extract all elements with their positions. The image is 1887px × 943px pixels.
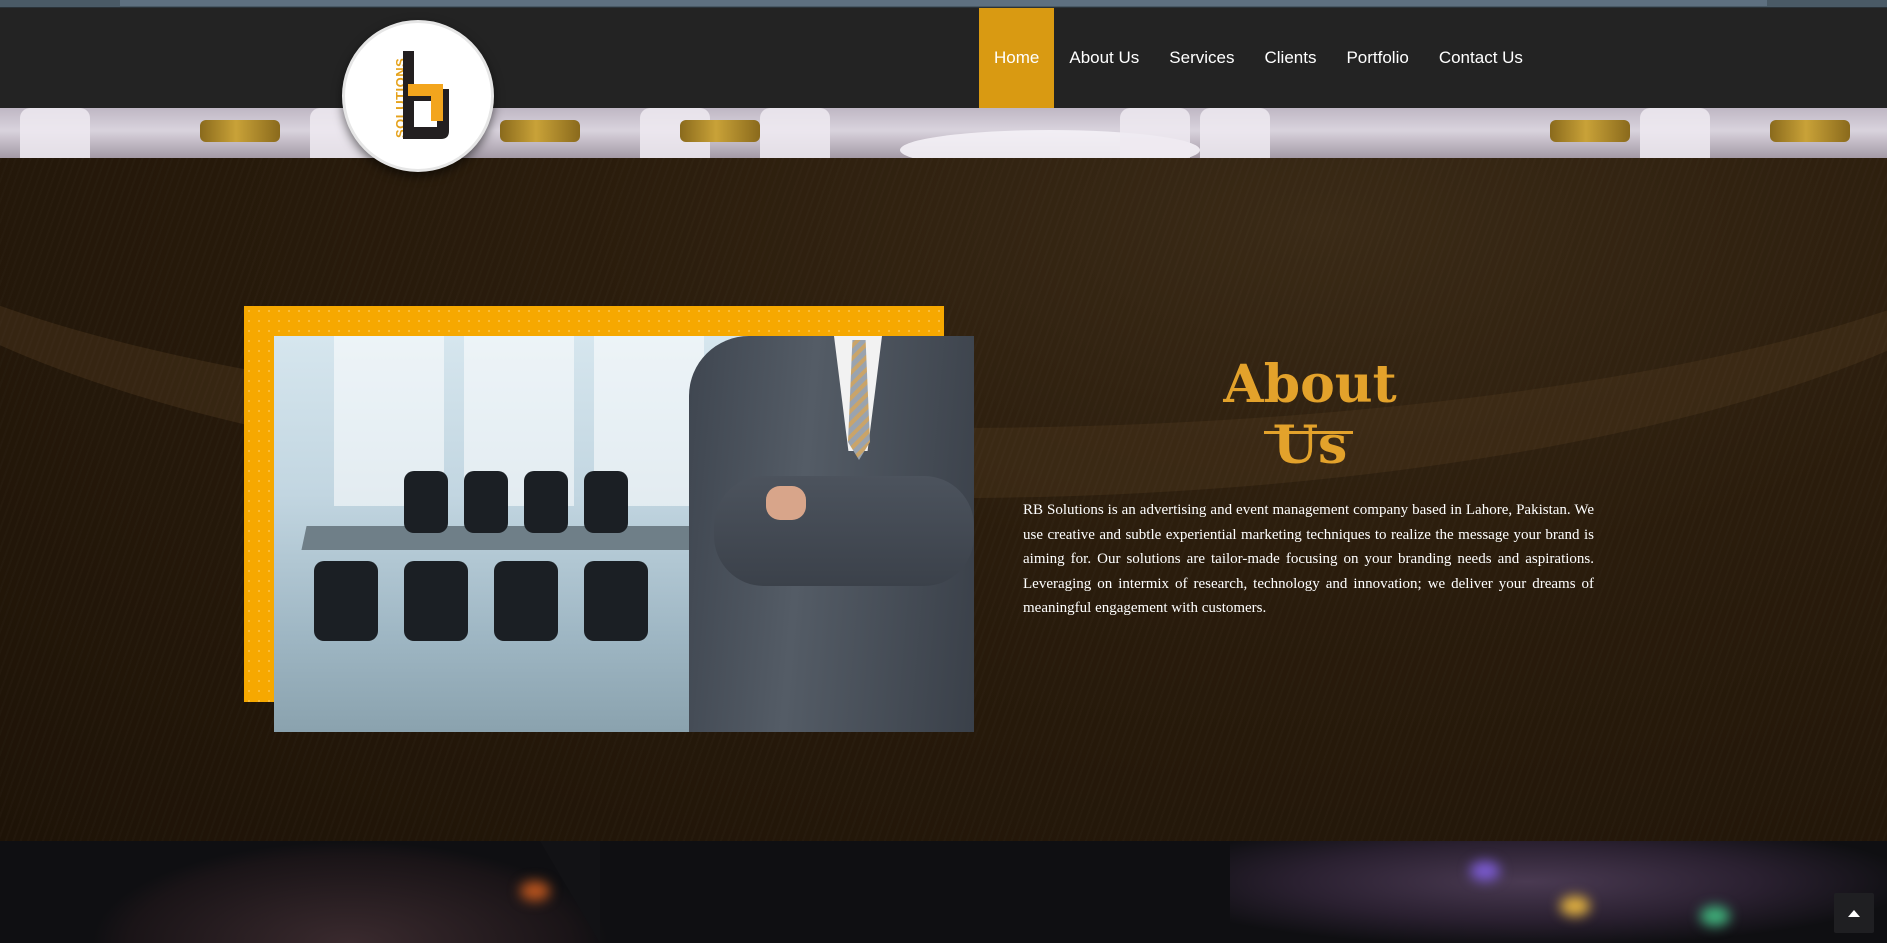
nav-portfolio[interactable]: Portfolio (1331, 8, 1423, 108)
browser-top-strip (0, 0, 1887, 8)
about-photo-businessman (274, 336, 974, 732)
about-title: About Us (1223, 354, 1397, 476)
nav-contact-us[interactable]: Contact Us (1424, 8, 1538, 108)
arrow-up-icon (1848, 909, 1860, 917)
nav-home[interactable]: Home (979, 8, 1055, 108)
main-navigation: Home About Us Services Clients Portfolio… (979, 8, 1538, 108)
about-description: RB Solutions is an advertising and event… (1023, 502, 1594, 616)
site-header (0, 8, 1887, 108)
header-banner-image (0, 108, 1887, 158)
title-underline (1264, 431, 1353, 434)
nav-about-us[interactable]: About Us (1054, 8, 1154, 108)
scroll-to-top-button[interactable] (1834, 893, 1874, 933)
rb-logo-icon (403, 51, 449, 139)
next-section-background (0, 841, 1887, 943)
company-logo[interactable]: SOLUTIONS (342, 20, 494, 172)
nav-clients[interactable]: Clients (1249, 8, 1331, 108)
nav-services[interactable]: Services (1154, 8, 1249, 108)
